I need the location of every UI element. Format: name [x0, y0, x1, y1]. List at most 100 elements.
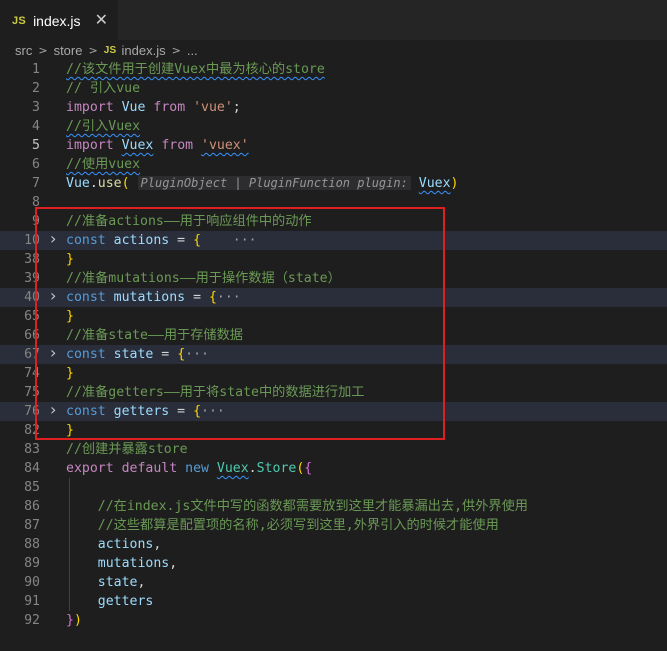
fold-chevron-icon[interactable]: › [50, 400, 56, 419]
code-token: Vue [121, 100, 146, 115]
code-line[interactable]: 76 › const getters = {··· [0, 400, 667, 421]
code-line[interactable]: 5 import Vuex from 'vuex' [0, 136, 667, 155]
line-number: 1 [32, 62, 40, 77]
code-text: import Vue from 'vue'; [66, 98, 241, 117]
code-token: , [169, 556, 178, 571]
code-token: } [66, 366, 74, 381]
code-line[interactable]: 90 state, [0, 573, 667, 592]
code-line[interactable]: 86 //在index.js文件中写的函数都需要放到这里才能暴漏出去,供外界使用 [0, 497, 667, 516]
code-token: actions [97, 537, 154, 552]
js-file-icon: JS [12, 14, 27, 27]
chevron-right-icon: > [88, 43, 98, 57]
fold-chevron-icon[interactable]: › [50, 229, 56, 248]
code-line[interactable]: 38} [0, 250, 667, 269]
breadcrumb-item-file[interactable]: index.js [122, 43, 166, 58]
code-line[interactable]: 6 //使用vuex [0, 155, 667, 174]
code-line[interactable]: 87 //这些都算是配置项的名称,必须写到这里,外界引入的时候才能使用 [0, 516, 667, 535]
code-line[interactable]: 88 actions, [0, 535, 667, 554]
code-text: getters [66, 592, 154, 611]
code-token: import [66, 100, 114, 115]
code-line[interactable]: 1 //该文件用于创建Vuex中最为核心的store [0, 60, 667, 79]
code-line[interactable]: 66 //准备state——用于存储数据 [0, 326, 667, 345]
line-number: 3 [32, 100, 40, 115]
line-number: 67 [24, 347, 40, 362]
code-token: ) [450, 176, 459, 191]
code-token: export [66, 461, 114, 476]
code-text: export default new Vuex.Store({ [66, 459, 312, 478]
line-number: 40 [24, 290, 40, 305]
code-line[interactable]: 85 [0, 478, 667, 497]
code-line[interactable]: 4 //引入Vuex [0, 117, 667, 136]
tab-index-js[interactable]: JS index.js ✕ [0, 0, 118, 40]
fold-chevron-icon[interactable]: › [50, 286, 56, 305]
code-line[interactable]: 10 › const actions = { ··· [0, 229, 667, 250]
breadcrumb-item-store[interactable]: store [54, 43, 83, 58]
code-line[interactable]: 92}) [0, 611, 667, 630]
line-number: 65 [24, 309, 40, 324]
code-line[interactable]: 3 import Vue from 'vue'; [0, 98, 667, 117]
code-token: , [137, 575, 146, 590]
code-token: //准备state——用于存储数据 [66, 328, 243, 343]
code-line[interactable]: 8 [0, 193, 667, 212]
code-token: default [121, 461, 178, 476]
code-token: const [66, 233, 106, 248]
close-icon[interactable]: ✕ [95, 11, 108, 29]
code-token: = [169, 233, 194, 248]
code-line[interactable]: 82} [0, 421, 667, 440]
line-number: 89 [24, 556, 40, 571]
code-editor[interactable]: 1 //该文件用于创建Vuex中最为核心的store 2 // 引入vue 3 impor… [0, 60, 667, 630]
code-text: actions, [66, 535, 162, 554]
line-number: 8 [32, 195, 40, 210]
code-line[interactable]: 39 //准备mutations——用于操作数据（state） [0, 269, 667, 288]
code-line[interactable]: 91 getters [0, 592, 667, 611]
breadcrumb-item-symbol[interactable]: ... [187, 43, 198, 58]
code-token: { [208, 290, 217, 305]
code-token: { [304, 461, 313, 476]
code-line[interactable]: 74} [0, 364, 667, 383]
line-number: 92 [24, 613, 40, 628]
line-number: 38 [24, 252, 40, 267]
breadcrumb-item-src[interactable]: src [15, 43, 32, 58]
code-text: //创建并暴露store [66, 440, 188, 459]
breadcrumb: src > store > JS index.js > ... [0, 40, 667, 60]
code-text: //在index.js文件中写的函数都需要放到这里才能暴漏出去,供外界使用 [66, 497, 528, 516]
fold-chevron-icon[interactable]: › [50, 343, 56, 362]
code-token: { [193, 233, 202, 248]
code-token: { [193, 404, 202, 419]
code-line[interactable]: 40 › const mutations = {··· [0, 286, 667, 307]
code-line[interactable]: 75 //准备getters——用于将state中的数据进行加工 [0, 383, 667, 402]
code-token: //在index.js文件中写的函数都需要放到这里才能暴漏出去,供外界使用 [97, 499, 528, 514]
code-token: } [66, 423, 74, 438]
code-line[interactable]: 9 //准备actions——用于响应组件中的动作 [0, 212, 667, 231]
code-line[interactable]: 2 // 引入vue [0, 79, 667, 98]
code-text: } [66, 307, 74, 326]
code-token: 'vuex' [201, 138, 249, 153]
line-number: 74 [24, 366, 40, 381]
code-line[interactable]: 89 mutations, [0, 554, 667, 573]
line-number: 86 [24, 499, 40, 514]
line-number: 75 [24, 385, 40, 400]
code-line[interactable]: 65} [0, 307, 667, 326]
code-token: const [66, 290, 106, 305]
line-number: 91 [24, 594, 40, 609]
code-line[interactable]: 84 export default new Vuex.Store({ [0, 459, 667, 478]
code-token: Vuex [216, 461, 249, 476]
code-token: import [66, 138, 114, 153]
code-token: mutations [97, 556, 170, 571]
code-line[interactable]: 7 Vue.use( PluginObject | PluginFunction … [0, 174, 667, 193]
code-text: } [66, 421, 74, 440]
code-token: } [66, 309, 74, 324]
code-token: new [185, 461, 209, 476]
code-line[interactable]: 83 //创建并暴露store [0, 440, 667, 459]
code-token: state [97, 575, 138, 590]
code-line[interactable]: 67 › const state = {··· [0, 343, 667, 364]
code-token: use [97, 176, 122, 191]
